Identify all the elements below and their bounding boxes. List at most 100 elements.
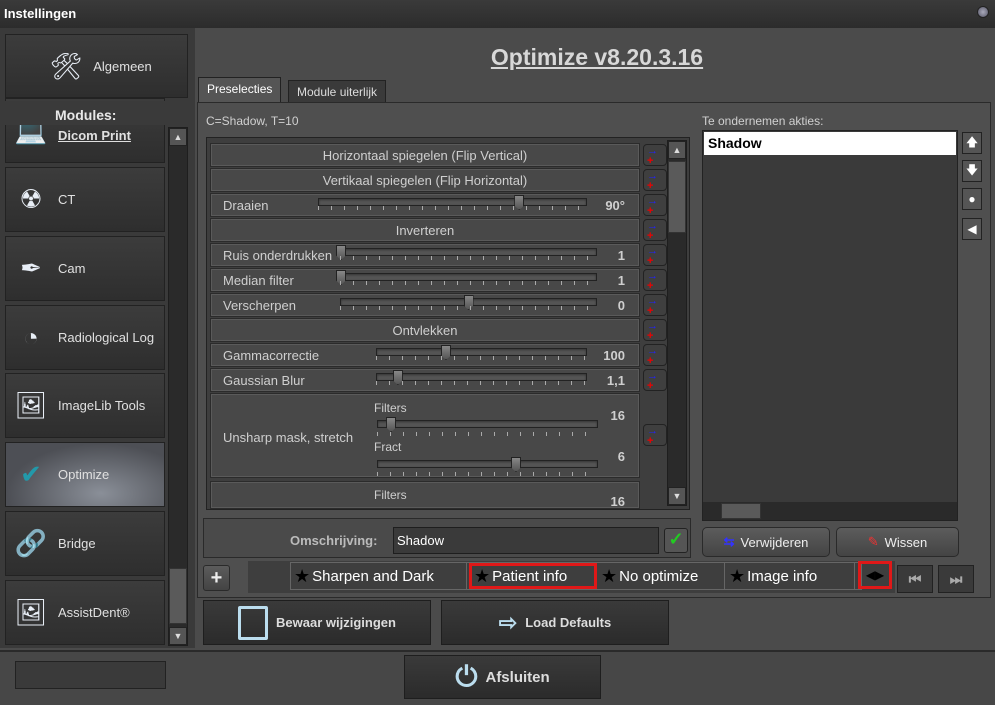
- window-titlebar: Instellingen: [0, 0, 995, 28]
- add-action-button[interactable]: → +: [643, 269, 667, 292]
- unsharp-row: Unsharp mask, stretch Filters 16 Fract 6: [210, 393, 640, 478]
- confirm-check-button[interactable]: ✓: [664, 528, 688, 553]
- first-preset-button[interactable]: ⏮: [897, 565, 933, 593]
- options-scrollbar[interactable]: ▲ ▼: [667, 140, 687, 506]
- scroll-down-button[interactable]: ▼: [169, 627, 187, 645]
- actions-hscrollbar[interactable]: [703, 502, 957, 520]
- save-button[interactable]: Bewaar wijzigingen: [203, 600, 431, 645]
- exit-button[interactable]: ⏻ Afsluiten: [404, 655, 601, 699]
- sidebar-item-cam[interactable]: ✒ Cam: [5, 236, 165, 301]
- preset-tab[interactable]: ★ Image info: [727, 563, 855, 589]
- add-action-button[interactable]: → +: [643, 294, 667, 317]
- option-slider-row: Median filter 1: [210, 268, 640, 292]
- add-action-button[interactable]: → +: [643, 424, 667, 447]
- option-label: Median filter: [223, 273, 294, 288]
- option-label: Inverteren: [395, 222, 455, 238]
- scroll-up-button[interactable]: ▲: [169, 128, 187, 146]
- unsharp-label: Unsharp mask, stretch: [223, 430, 354, 445]
- load-icon: ⇨: [498, 609, 518, 635]
- algemeen-label: Algemeen: [93, 58, 152, 74]
- option-label: Draaien: [223, 198, 269, 213]
- add-action-button[interactable]: → +: [643, 144, 667, 167]
- star-icon: ★: [474, 565, 491, 586]
- slider-thumb[interactable]: [386, 417, 397, 432]
- move-down-button[interactable]: 🡇: [962, 160, 982, 182]
- action-item[interactable]: Shadow: [704, 132, 956, 155]
- last-preset-button[interactable]: ⏭: [938, 565, 974, 593]
- option-label: Ontvlekken: [392, 322, 458, 338]
- sidebar-item-radiological-log[interactable]: ◔ Radiological Log: [5, 305, 165, 370]
- description-label: Omschrijving:: [290, 533, 378, 548]
- preset-tab[interactable]: ★ Patient info: [469, 563, 597, 589]
- option-slider[interactable]: [340, 295, 597, 310]
- add-preset-button[interactable]: +: [203, 565, 230, 591]
- option-slider[interactable]: [376, 345, 587, 360]
- status-box: [15, 661, 166, 689]
- option-button[interactable]: Ontvlekken: [210, 318, 640, 342]
- window-close-button[interactable]: [977, 6, 989, 18]
- add-action-button[interactable]: → +: [643, 319, 667, 342]
- sidebar-item-label: Cam: [58, 261, 86, 276]
- checkmark-icon: ✓: [668, 529, 684, 549]
- remove-icon: ⇆: [723, 534, 735, 549]
- scroll-presets-button[interactable]: ◀▶: [858, 561, 892, 589]
- sidebar-item-assistdent-[interactable]: 🖼 AssistDent®: [5, 580, 165, 645]
- option-slider[interactable]: [336, 270, 597, 285]
- scroll-thumb[interactable]: [169, 568, 187, 624]
- filters-label: Filters: [374, 401, 407, 415]
- option-label: Verscherpen: [223, 298, 296, 313]
- sidebar-item-label: CT: [58, 192, 76, 207]
- tab-module-uiterlijk[interactable]: Module uiterlijk: [288, 80, 387, 104]
- add-action-button[interactable]: → +: [643, 169, 667, 192]
- option-label: Vertikaal spiegelen (Flip Horizontal): [322, 172, 528, 188]
- option-button[interactable]: Inverteren: [210, 218, 640, 242]
- option-slider[interactable]: [318, 195, 587, 210]
- filters-slider[interactable]: [377, 417, 598, 432]
- scroll-thumb[interactable]: [668, 161, 686, 233]
- radiological-log-icon: ◔: [23, 322, 39, 352]
- sidebar-item-bridge[interactable]: 🔗 Bridge: [5, 511, 165, 576]
- sidebar-item-imagelib-tools[interactable]: 🖼 ImageLib Tools: [5, 373, 165, 438]
- sidebar-item-ct[interactable]: ☢ CT: [5, 167, 165, 232]
- option-slider-row: Gaussian Blur 1,1: [210, 368, 640, 392]
- option-value: 90°: [605, 198, 625, 213]
- option-slider[interactable]: [336, 245, 597, 260]
- preset-label: No optimize: [619, 567, 699, 585]
- option-value: 1: [617, 248, 625, 263]
- option-slider-row: Gammacorrectie 100: [210, 343, 640, 367]
- clear-label: Wissen: [884, 534, 928, 550]
- radiation-icon: ☢: [19, 184, 43, 214]
- option-button[interactable]: Vertikaal spiegelen (Flip Horizontal): [210, 168, 640, 192]
- description-input[interactable]: Shadow: [393, 527, 659, 554]
- sidebar-scrollbar[interactable]: ▲ ▼: [168, 127, 188, 646]
- move-up-button[interactable]: 🡅: [962, 132, 982, 154]
- move-left-button[interactable]: ◀: [962, 218, 982, 240]
- load-defaults-button[interactable]: ⇨ Load Defaults: [441, 600, 669, 645]
- checkmark-icon: ✔: [20, 459, 42, 489]
- dot-button[interactable]: ●: [962, 188, 982, 210]
- sidebar-algemeen-button[interactable]: 🛠 Algemeen: [5, 34, 188, 98]
- option-slider[interactable]: [376, 370, 587, 385]
- slider-thumb[interactable]: [510, 457, 521, 472]
- remove-button[interactable]: ⇆ Verwijderen: [702, 527, 830, 557]
- preset-tab[interactable]: ★ No optimize: [599, 563, 725, 589]
- fract-slider[interactable]: [377, 457, 598, 472]
- sidebar-item-optimize[interactable]: ✔ Optimize: [5, 442, 165, 507]
- add-action-button[interactable]: → +: [643, 344, 667, 367]
- add-action-button[interactable]: → +: [643, 219, 667, 242]
- preset-tab[interactable]: ★ Sharpen and Dark: [292, 563, 467, 589]
- add-action-button[interactable]: → +: [643, 194, 667, 217]
- link-icon: 🔗: [14, 528, 48, 558]
- image-gear-icon: 🖼: [14, 597, 48, 627]
- scroll-up-button[interactable]: ▲: [668, 141, 686, 159]
- tab-preselecties[interactable]: Preselecties: [198, 77, 282, 103]
- clear-button[interactable]: ✎ Wissen: [836, 527, 959, 557]
- add-action-button[interactable]: → +: [643, 369, 667, 392]
- info-text: C=Shadow, T=10: [206, 114, 299, 128]
- option-button[interactable]: Horizontaal spiegelen (Flip Vertical): [210, 143, 640, 167]
- add-action-button[interactable]: → +: [643, 244, 667, 267]
- option-slider-row: Draaien 90°: [210, 193, 640, 217]
- scroll-down-button[interactable]: ▼: [668, 487, 686, 505]
- star-icon: ★: [294, 565, 311, 586]
- actions-list[interactable]: Shadow: [702, 130, 958, 521]
